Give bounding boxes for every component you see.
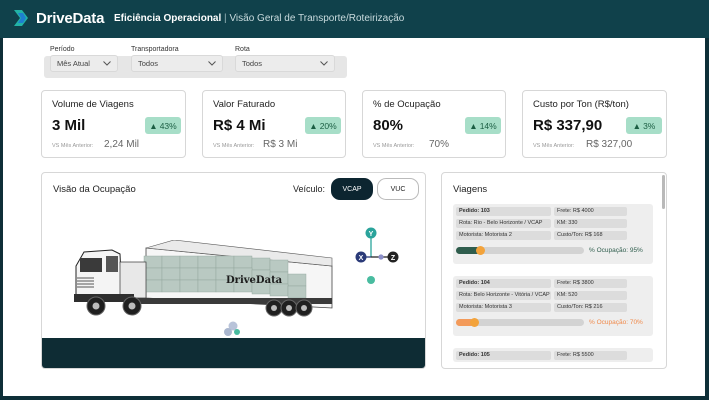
app-logo: DriveData [12,8,104,28]
kpi-value: 3 Mil [52,117,86,134]
chevron-down-icon [103,61,111,66]
page-subtitle: Visão Geral de Transporte/Roteirização [229,13,405,24]
vehicle-label: Veículo: [293,184,326,194]
dropdown-value: Todos [242,59,263,68]
kpi-title: Custo por Ton (R$/ton) [533,99,629,110]
occupancy-bar-knob [470,318,479,327]
occupancy-bar [456,318,584,327]
trip-occupancy-label: % Ocupação: 95% [589,247,643,254]
kpi-prev-label: VS Mês Anterior: [213,143,255,149]
kpi-prev-value: R$ 327,00 [586,139,633,150]
kpi-change-badge: ▲ 20% [305,117,341,134]
filter-rota: Rota Todos [235,46,335,72]
kpi-prev-label: VS Mês Anterior: [533,143,575,149]
occupancy-bar [456,246,584,255]
axis-z-label: Z [391,255,396,262]
occupancy-title: Visão da Ocupação [53,184,136,195]
trip-motorista: Motorista: Motorista 2 [456,231,551,240]
vehicle-vuc-button[interactable]: VUC [377,178,419,200]
rotate-handle-icon[interactable] [222,318,244,338]
trip-card[interactable]: Pedido: 103 Frete: R$ 4000 Rota: Rio - B… [453,204,653,264]
vehicle-vcap-button[interactable]: VCAP [331,178,373,200]
kpi-value: R$ 337,90 [533,117,603,134]
dropdown-value: Todos [138,59,159,68]
top-bar: DriveData Eficiência Operacional | Visão… [0,0,709,38]
kpi-change: 14% [479,120,497,131]
axis-y-label: Y [369,231,374,238]
page-title: Eficiência Operacional | Visão Geral de … [114,13,404,24]
transportadora-dropdown[interactable]: Todos [131,55,223,72]
trips-title: Viagens [453,184,488,195]
kpi-title: % de Ocupação [373,99,441,110]
page-title-main: Eficiência Operacional [114,13,222,24]
dropdown-value: Mês Atual [57,59,90,68]
trip-frete: Frete: R$ 5500 [554,351,627,360]
filter-transportadora: Transportadora Todos [131,46,223,72]
kpi-card-custo: Custo por Ton (R$/ton) R$ 337,90 ▲ 3% VS … [522,90,667,158]
kpi-prev-label: VS Mês Anterior: [52,143,94,149]
occupancy-footer [42,338,425,368]
trip-frete: Frete: R$ 4000 [554,207,627,216]
chevron-down-icon [208,61,216,66]
trip-rota: Rota: Rio - Belo Horizonte / VCAP [456,219,551,228]
truck-illustration [74,240,333,317]
trip-occupancy-label: % Ocupação: 70% [589,319,643,326]
trip-motorista: Motorista: Motorista 3 [456,303,551,312]
trip-custo: Custo/Ton: R$ 168 [554,231,627,240]
kpi-title: Volume de Viagens [52,99,134,110]
trip-card[interactable]: Pedido: 104 Frete: R$ 3800 Rota: Belo Ho… [453,276,653,336]
occupancy-bar-knob [476,246,485,255]
axis-gizmo-icon[interactable]: Y X Z [345,224,403,284]
truck-brand-text: DriveData [226,275,283,286]
kpi-change: 3% [643,120,656,131]
kpi-change-badge: ▲ 3% [626,117,662,134]
kpi-card-volume: Volume de Viagens 3 Mil ▲ 43% VS Mês Ante… [41,90,186,158]
kpi-title: Valor Faturado [213,99,276,110]
rota-dropdown[interactable]: Todos [235,55,335,72]
filter-label: Período [50,46,75,53]
title-separator: | [224,13,227,24]
kpi-prev-label: VS Mês Anterior: [373,143,415,149]
app-name: DriveData [36,9,105,27]
filter-label: Rota [235,46,250,53]
kpi-change: 43% [159,120,177,131]
filter-label: Transportadora [131,46,179,53]
axis-x-label: X [359,255,364,262]
trip-pedido: Pedido: 104 [456,279,551,288]
arrow-up-icon: ▲ [149,120,158,131]
trip-custo: Custo/Ton: R$ 216 [554,303,627,312]
arrow-up-icon: ▲ [469,120,478,131]
trip-frete: Frete: R$ 3800 [554,279,627,288]
trip-pedido: Pedido: 105 [456,351,551,360]
kpi-change-badge: ▲ 14% [465,117,501,134]
kpi-prev-value: 70% [429,139,450,150]
kpi-value: R$ 4 Mi [213,117,266,134]
trips-scrollbar[interactable] [662,175,665,209]
arrow-up-icon: ▲ [632,120,642,131]
chevron-down-icon [320,61,328,66]
kpi-change: 20% [319,120,337,131]
kpi-prev-value: 2,24 Mil [104,139,140,150]
periodo-dropdown[interactable]: Mês Atual [50,55,118,72]
arrow-up-icon: ▲ [309,120,318,131]
filter-periodo: Período Mês Atual [50,46,118,72]
trip-km: KM: 520 [554,291,627,300]
kpi-change-badge: ▲ 43% [145,117,181,134]
trips-panel [441,172,667,369]
kpi-value: 80% [373,117,404,134]
trip-km: KM: 330 [554,219,627,228]
trip-card[interactable]: Pedido: 105 Frete: R$ 5500 [453,348,653,362]
kpi-card-ocupacao: % de Ocupação 80% ▲ 14% VS Mês Anterior: … [362,90,506,158]
trip-rota: Rota: Belo Horizonte - Vitória / VCAP [456,291,551,300]
drivedata-logo-icon [14,10,28,26]
trip-pedido: Pedido: 103 [456,207,551,216]
kpi-card-valor: Valor Faturado R$ 4 Mi ▲ 20% VS Mês Anter… [202,90,346,158]
kpi-prev-value: R$ 3 Mi [263,139,298,150]
